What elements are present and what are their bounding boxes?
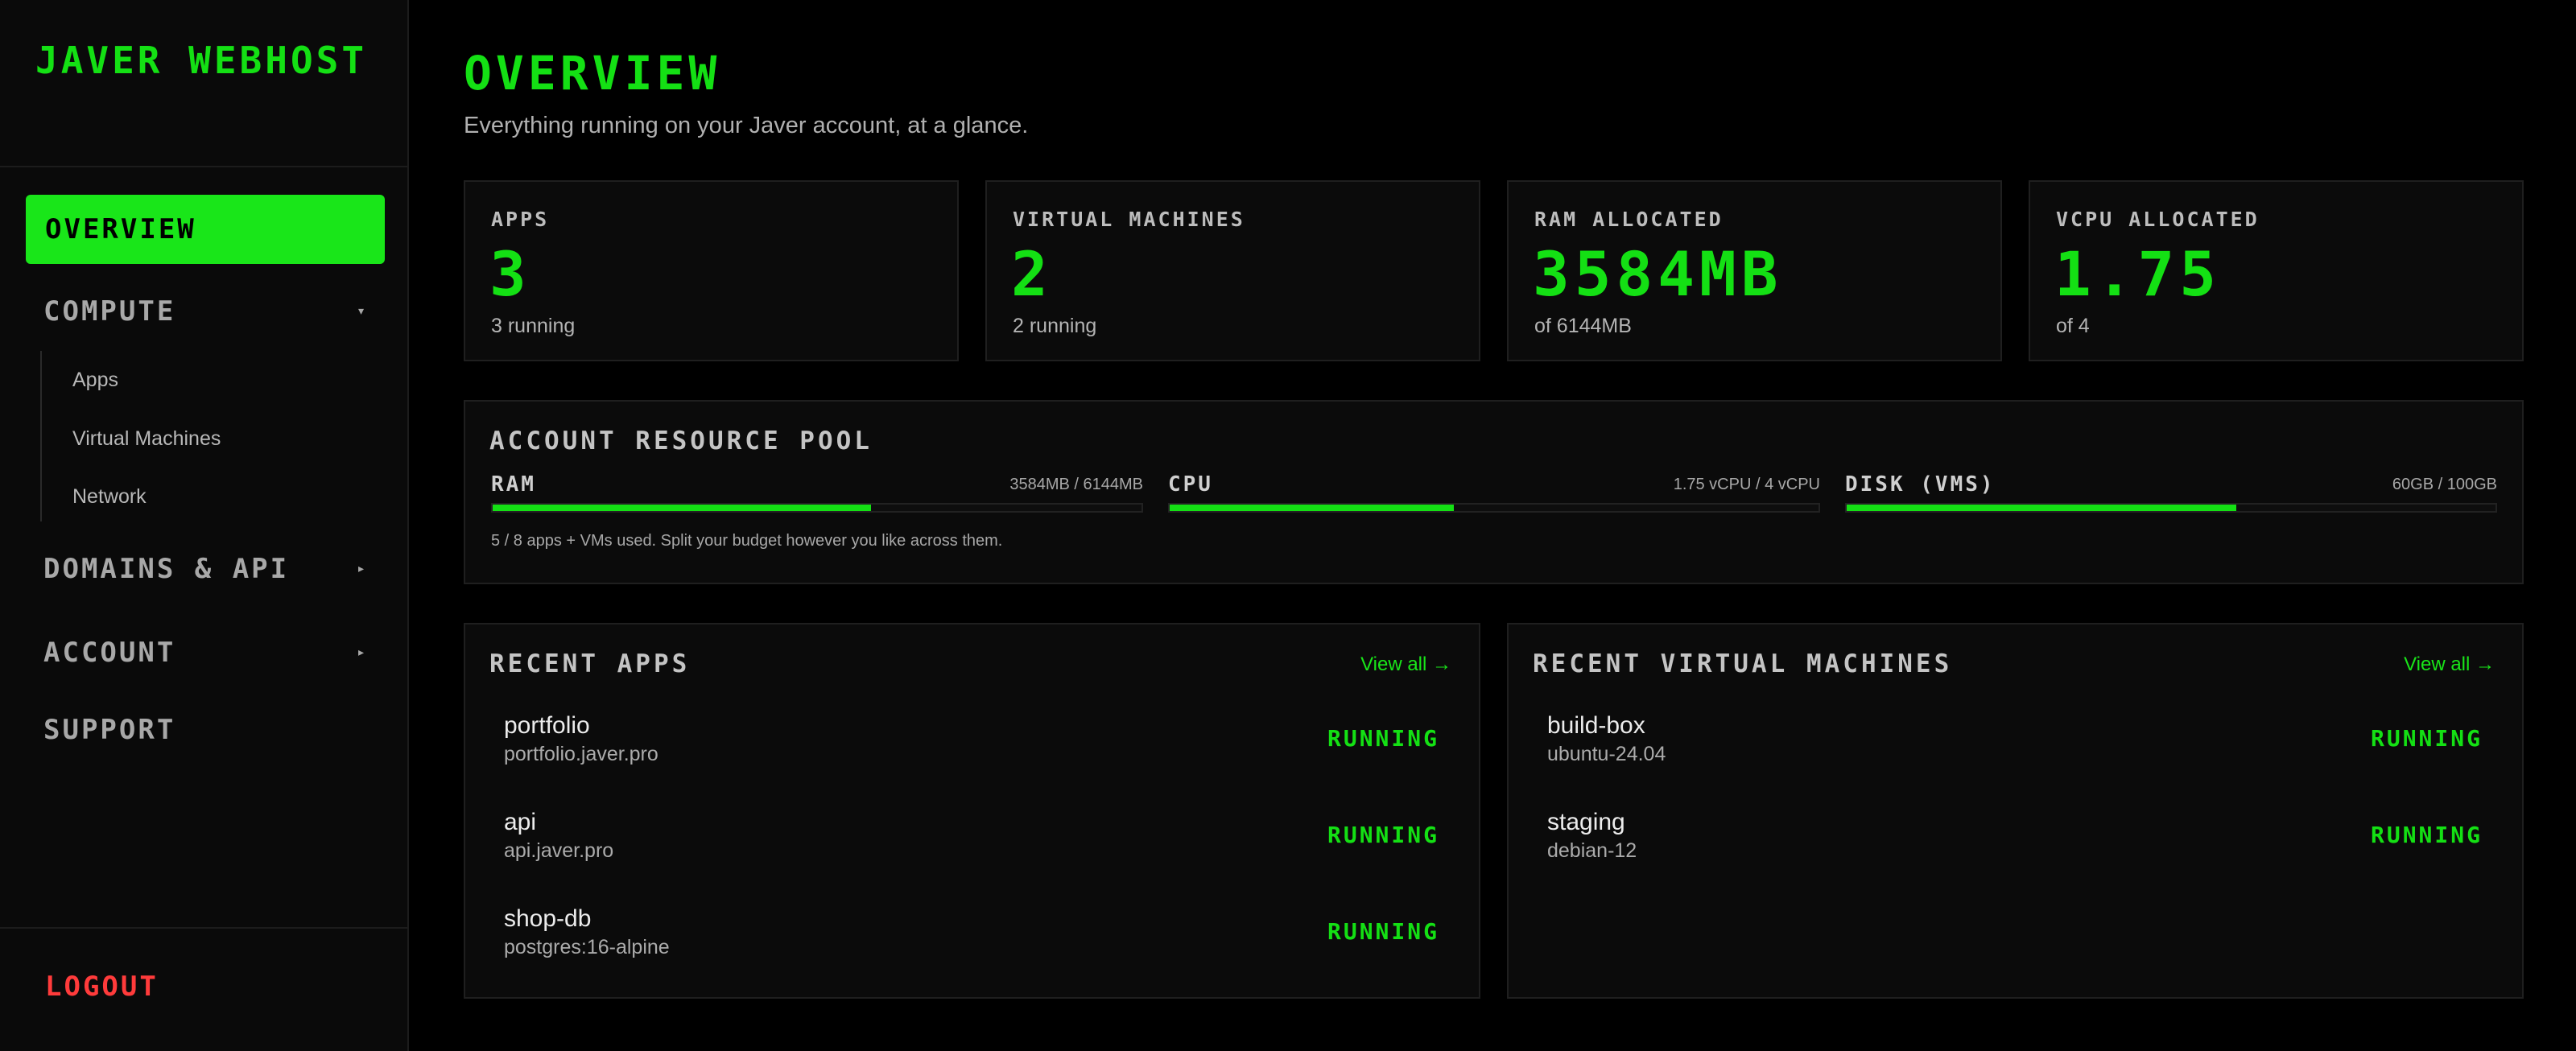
resource-pool-note: 5 / 8 apps + VMs used. Split your budget…	[491, 532, 1003, 550]
sidebar-subitem-network[interactable]: Network	[72, 480, 362, 513]
view-all-apps-link[interactable]: View all →	[1360, 650, 1451, 679]
vm-name: staging	[1547, 809, 1625, 835]
stat-label: VIRTUAL MACHINES	[1013, 208, 1245, 231]
stat-value: 1.75	[2054, 238, 2222, 310]
chevron-right-icon: ▸	[357, 560, 365, 577]
list-item[interactable]: build-box ubuntu-24.04 RUNNING	[1547, 710, 2483, 774]
list-item[interactable]: staging debian-12 RUNNING	[1547, 806, 2483, 871]
meter-label: DISK (VMS)	[1845, 472, 1996, 497]
stat-value: 3	[489, 238, 531, 310]
stat-note: 3 running	[491, 315, 576, 337]
list-item[interactable]: api api.javer.pro RUNNING	[504, 806, 1439, 871]
stat-value: 2	[1011, 238, 1053, 310]
sidebar-subitem-apps[interactable]: Apps	[72, 364, 362, 396]
sidebar-item-label: COMPUTE	[43, 295, 176, 328]
meter-label: CPU	[1168, 472, 1213, 497]
stat-note: of 6144MB	[1534, 315, 1632, 337]
status-badge: RUNNING	[1327, 725, 1439, 752]
stat-card-apps: APPS 3 3 running	[464, 180, 959, 361]
status-badge: RUNNING	[2370, 725, 2483, 752]
page-title: OVERVIEW	[464, 46, 721, 101]
chevron-down-icon: ▾	[357, 303, 365, 319]
status-badge: RUNNING	[1327, 822, 1439, 848]
meter-track	[1168, 503, 1820, 513]
stat-note: of 4	[2056, 315, 2090, 337]
sidebar-item-compute[interactable]: COMPUTE ▾	[43, 287, 382, 336]
sidebar-divider	[0, 166, 409, 167]
recent-vms-title: RECENT VIRTUAL MACHINES	[1533, 649, 1953, 678]
page-subtitle: Everything running on your Javer account…	[464, 113, 1029, 138]
stat-label: VCPU ALLOCATED	[2056, 208, 2260, 231]
brand-logo[interactable]: JAVER WEBHOST	[35, 39, 374, 82]
logout-button[interactable]: LOGOUT	[45, 964, 159, 1009]
app-name: api	[504, 809, 537, 835]
subnav-guide-line	[40, 351, 42, 521]
sidebar-item-label: ACCOUNT	[43, 637, 176, 669]
view-all-vms-link[interactable]: View all →	[2404, 650, 2495, 679]
sidebar-item-domains-api[interactable]: DOMAINS & API ▸	[43, 545, 382, 593]
meter-label: RAM	[491, 472, 536, 497]
resource-pool-panel: ACCOUNT RESOURCE POOL RAM 3584MB / 6144M…	[464, 400, 2524, 584]
meter-fill	[1170, 505, 1454, 511]
recent-apps-panel: RECENT APPS View all → portfolio portfol…	[464, 623, 1480, 999]
meter-fill	[1847, 505, 2236, 511]
stat-label: RAM ALLOCATED	[1534, 208, 1724, 231]
stat-card-vcpu: VCPU ALLOCATED 1.75 of 4	[2029, 180, 2524, 361]
resource-pool-title: ACCOUNT RESOURCE POOL	[489, 427, 873, 455]
app-domain: postgres:16-alpine	[504, 936, 670, 958]
list-item[interactable]: portfolio portfolio.javer.pro RUNNING	[504, 710, 1439, 774]
vm-image: ubuntu-24.04	[1547, 743, 1666, 765]
sidebar-item-account[interactable]: ACCOUNT ▸	[43, 629, 382, 677]
sidebar: JAVER WEBHOST OVERVIEW COMPUTE ▾ Apps Vi…	[0, 0, 409, 1051]
stat-card-ram: RAM ALLOCATED 3584MB of 6144MB	[1507, 180, 2002, 361]
app-name: shop-db	[504, 905, 592, 932]
app-name: portfolio	[504, 712, 590, 739]
meter-fill	[493, 505, 871, 511]
disk-meter: DISK (VMS) 60GB / 100GB	[1845, 471, 2497, 516]
stat-card-virtual-machines: VIRTUAL MACHINES 2 2 running	[985, 180, 1480, 361]
meter-value: 3584MB / 6144MB	[1009, 476, 1143, 493]
app-domain: portfolio.javer.pro	[504, 743, 658, 765]
status-badge: RUNNING	[1327, 918, 1439, 945]
sidebar-item-support[interactable]: SUPPORT	[43, 706, 382, 754]
sidebar-item-label: DOMAINS & API	[43, 553, 290, 585]
list-item[interactable]: shop-db postgres:16-alpine RUNNING	[504, 903, 1439, 967]
stat-value: 3584MB	[1533, 238, 1783, 310]
vm-name: build-box	[1547, 712, 1645, 739]
recent-apps-title: RECENT APPS	[489, 649, 691, 678]
stat-label: APPS	[491, 208, 550, 231]
status-badge: RUNNING	[2370, 822, 2483, 848]
stat-note: 2 running	[1013, 315, 1097, 337]
ram-meter: RAM 3584MB / 6144MB	[491, 471, 1143, 516]
meter-value: 60GB / 100GB	[2392, 476, 2497, 493]
cpu-meter: CPU 1.75 vCPU / 4 vCPU	[1168, 471, 1820, 516]
meter-track	[1845, 503, 2497, 513]
chevron-right-icon: ▸	[357, 644, 365, 661]
sidebar-item-overview[interactable]: OVERVIEW	[26, 195, 385, 264]
meter-track	[491, 503, 1143, 513]
meter-value: 1.75 vCPU / 4 vCPU	[1673, 476, 1820, 493]
app-domain: api.javer.pro	[504, 839, 614, 862]
sidebar-subitem-virtual-machines[interactable]: Virtual Machines	[72, 422, 362, 455]
sidebar-divider	[0, 927, 409, 929]
vm-image: debian-12	[1547, 839, 1637, 862]
recent-vms-panel: RECENT VIRTUAL MACHINES View all → build…	[1507, 623, 2524, 999]
